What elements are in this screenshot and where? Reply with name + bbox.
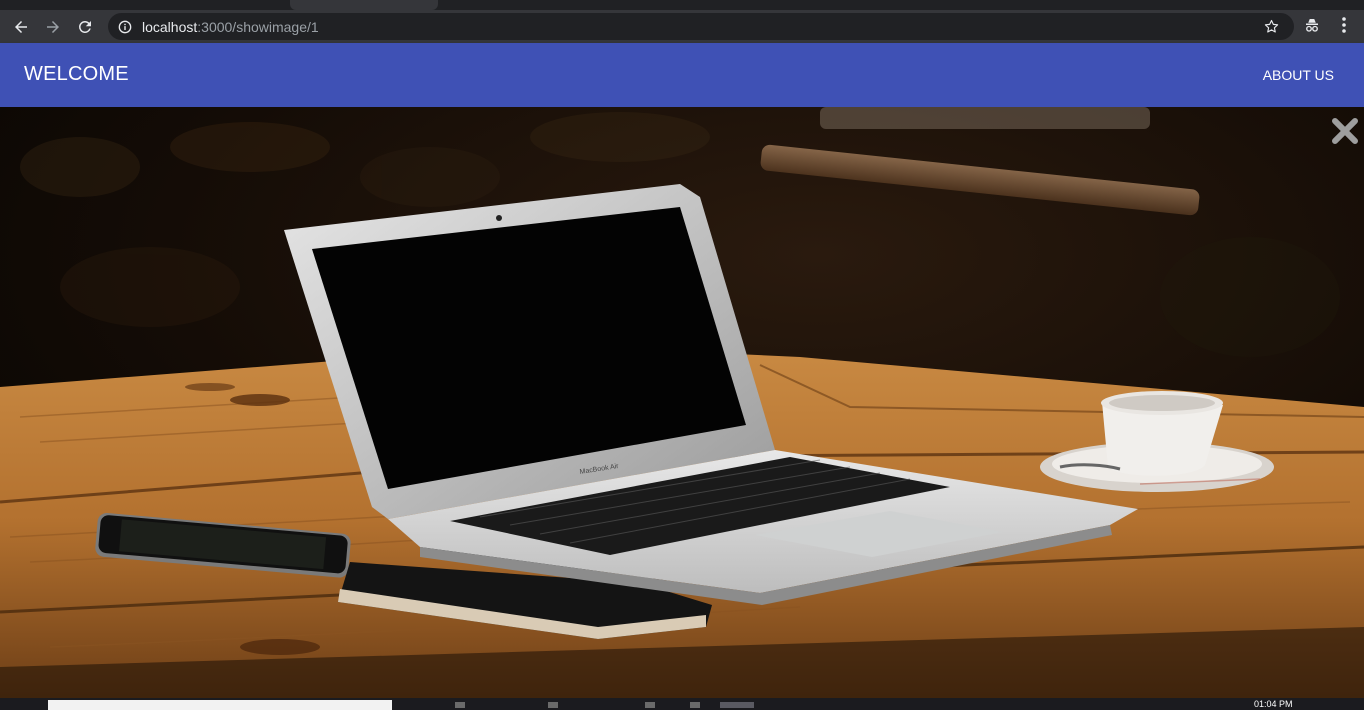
url-path: :3000/showimage/1	[197, 18, 319, 35]
incognito-extension-icon[interactable]	[1303, 16, 1321, 34]
taskbar-search-box[interactable]	[48, 700, 392, 710]
taskbar-app-icon[interactable]	[645, 702, 655, 708]
app-title[interactable]: WELCOME	[24, 63, 129, 86]
app-bar: WELCOME ABOUT US	[0, 43, 1364, 107]
back-button[interactable]	[9, 15, 33, 39]
reload-button[interactable]	[73, 15, 97, 39]
url-host: localhost	[142, 18, 198, 35]
taskbar-app-icon[interactable]	[455, 702, 465, 708]
about-us-link[interactable]: ABOUT US	[1263, 67, 1334, 83]
address-bar[interactable]: localhost:3000/showimage/1	[108, 13, 1294, 40]
browser-menu-icon[interactable]	[1336, 15, 1352, 35]
laptop-desk-photo: MacBook Air	[0, 107, 1364, 698]
forward-button[interactable]	[41, 15, 65, 39]
close-icon[interactable]	[1331, 117, 1359, 145]
reload-icon	[78, 20, 91, 33]
browser-active-tab[interactable]	[290, 0, 438, 10]
info-icon[interactable]	[118, 20, 132, 34]
browser-tabstrip	[0, 0, 1364, 10]
taskbar-clock: 01:04 PM	[1254, 699, 1293, 709]
os-taskbar: 01:04 PM	[0, 698, 1364, 710]
browser-toolbar: localhost:3000/showimage/1	[0, 10, 1364, 43]
forward-arrow-icon	[47, 20, 59, 33]
image-viewer: MacBook Air	[0, 107, 1364, 698]
bookmark-star-icon[interactable]	[1263, 18, 1280, 35]
address-url: localhost:3000/showimage/1	[142, 19, 319, 35]
taskbar-app-icon[interactable]	[690, 702, 700, 708]
taskbar-app-icon[interactable]	[548, 702, 558, 708]
taskbar-active-app-icon[interactable]	[720, 702, 754, 708]
back-arrow-icon	[15, 20, 27, 33]
